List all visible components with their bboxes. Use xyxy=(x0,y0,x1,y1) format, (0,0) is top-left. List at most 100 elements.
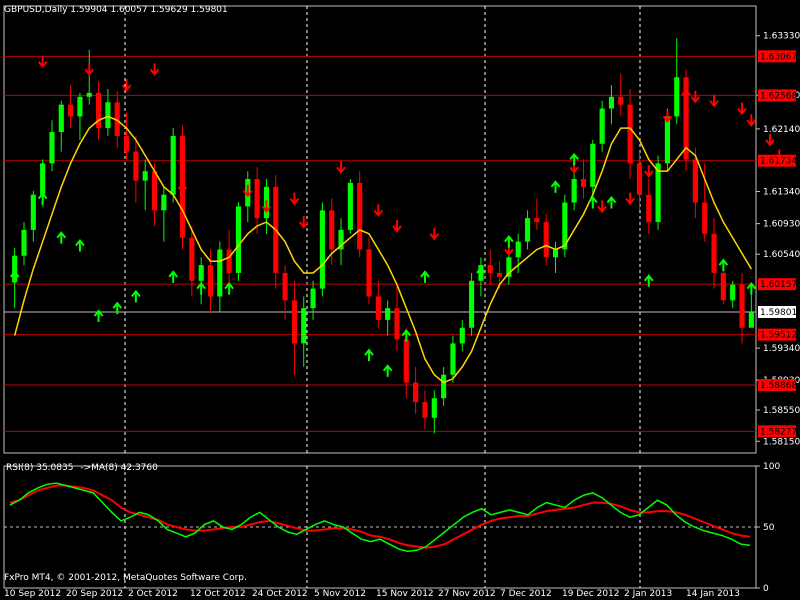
candle-body xyxy=(618,96,624,105)
candle-body xyxy=(189,237,195,281)
price-tick-label: 1.58550 xyxy=(763,406,800,416)
price-tick-label: 1.60930 xyxy=(763,220,800,230)
candle-body xyxy=(599,108,605,144)
candle-body xyxy=(21,229,27,256)
candle-body xyxy=(58,104,64,133)
time-tick-label: 2 Oct 2012 xyxy=(128,589,178,599)
candle-body xyxy=(40,163,46,195)
candle-body xyxy=(385,308,391,320)
candle-body xyxy=(674,77,680,117)
candle-body xyxy=(580,179,587,187)
price-tick-label: 1.63330 xyxy=(763,32,800,42)
time-tick-label: 24 Oct 2012 xyxy=(252,589,308,599)
price-tick-label: 1.59340 xyxy=(763,344,800,354)
candle-body xyxy=(254,179,260,219)
candle-body xyxy=(571,179,577,203)
candle-body xyxy=(552,249,559,258)
candle-body xyxy=(217,249,223,297)
candle-body xyxy=(702,202,708,234)
candle-body xyxy=(310,288,316,309)
candle-body xyxy=(49,132,55,164)
rsi-ma-value: ->MA(8) 42.3760 xyxy=(80,463,158,473)
time-tick-label: 19 Dec 2012 xyxy=(562,589,620,599)
candle-body xyxy=(646,194,652,223)
time-tick-label: 15 Nov 2012 xyxy=(376,589,434,599)
rsi-value: RSI(8) 35.0835 xyxy=(6,463,73,473)
candle-body xyxy=(329,210,335,250)
candle-body xyxy=(68,104,74,117)
candle-body xyxy=(123,135,130,152)
candle-body xyxy=(357,182,363,250)
candle-body xyxy=(319,210,325,289)
time-tick-label: 20 Sep 2012 xyxy=(66,589,123,599)
candle-body xyxy=(30,194,36,230)
candle-body xyxy=(403,339,409,383)
candle-body xyxy=(515,241,521,258)
price-tick-label: 1.60540 xyxy=(763,250,800,260)
price-tick-label: 1.58150 xyxy=(763,437,800,447)
level-price-label: 1.62568 xyxy=(760,91,797,101)
candle-body xyxy=(301,308,307,344)
candle-body xyxy=(543,222,549,258)
candle-body xyxy=(655,163,661,223)
candle-body xyxy=(235,206,242,273)
candle-body xyxy=(534,218,540,223)
candle-body xyxy=(161,194,167,211)
candle-body xyxy=(720,272,726,301)
candle-body xyxy=(692,159,698,203)
candle-body xyxy=(459,327,465,344)
level-price-label: 1.60157 xyxy=(760,280,797,290)
candle-body xyxy=(198,265,204,281)
chart-canvas: 100500 1.633301.625701.621401.613401.609… xyxy=(0,0,800,600)
rsi-tick-label: 0 xyxy=(763,584,769,594)
time-tick-label: 7 Dec 2012 xyxy=(500,589,552,599)
candle-body xyxy=(291,300,297,344)
candle-body xyxy=(469,280,475,328)
time-tick-label: 14 Jan 2013 xyxy=(686,589,740,599)
candle-body xyxy=(496,272,503,277)
candle xyxy=(469,272,475,336)
candle-body xyxy=(441,374,447,399)
level-price-label: 1.58277 xyxy=(760,427,797,437)
rsi-label: RSI(8) 35.0835 ->MA(8) 42.3760 xyxy=(6,463,158,473)
candle-body xyxy=(142,171,148,181)
candle-body xyxy=(347,182,353,230)
level-price-label: 1.61734 xyxy=(760,157,797,167)
candle-body xyxy=(207,265,214,297)
candle-body xyxy=(487,265,493,273)
candle-body xyxy=(627,104,633,164)
time-tick-label: 2 Jan 2013 xyxy=(624,589,672,599)
candle-body xyxy=(413,382,419,403)
current-price-label: 1.59801 xyxy=(760,308,797,318)
candle xyxy=(319,202,325,297)
candle-body xyxy=(711,233,717,273)
time-tick-label: 5 Nov 2012 xyxy=(314,589,366,599)
candle-body xyxy=(608,96,615,109)
level-price-label: 1.63067 xyxy=(760,52,797,62)
candle xyxy=(655,155,661,230)
level-price-label: 1.59512 xyxy=(760,331,797,341)
time-tick-label: 27 Nov 2012 xyxy=(438,589,496,599)
time-tick-label: 12 Oct 2012 xyxy=(190,589,246,599)
price-tick-label: 1.61340 xyxy=(763,188,800,198)
candle xyxy=(357,171,363,258)
candle-body xyxy=(96,92,102,129)
candle xyxy=(170,128,176,203)
candle-body xyxy=(226,249,232,273)
candle xyxy=(235,202,242,281)
time-tick-label: 10 Sep 2012 xyxy=(4,589,61,599)
candle-body xyxy=(170,135,176,195)
candle-body xyxy=(105,102,111,129)
rsi-tick-label: 100 xyxy=(763,462,780,472)
candle xyxy=(590,139,596,195)
candle-body xyxy=(282,272,288,301)
candle-body xyxy=(375,296,381,320)
candle-body xyxy=(590,143,596,187)
candle-body xyxy=(422,402,428,418)
candle-body xyxy=(739,284,745,328)
candle-body xyxy=(366,249,372,297)
copyright-text: FxPro MT4, © 2001-2012, MetaQuotes Softw… xyxy=(4,573,247,583)
candle-body xyxy=(86,92,92,97)
price-tick-label: 1.62140 xyxy=(763,125,800,135)
candle-body xyxy=(664,116,670,164)
